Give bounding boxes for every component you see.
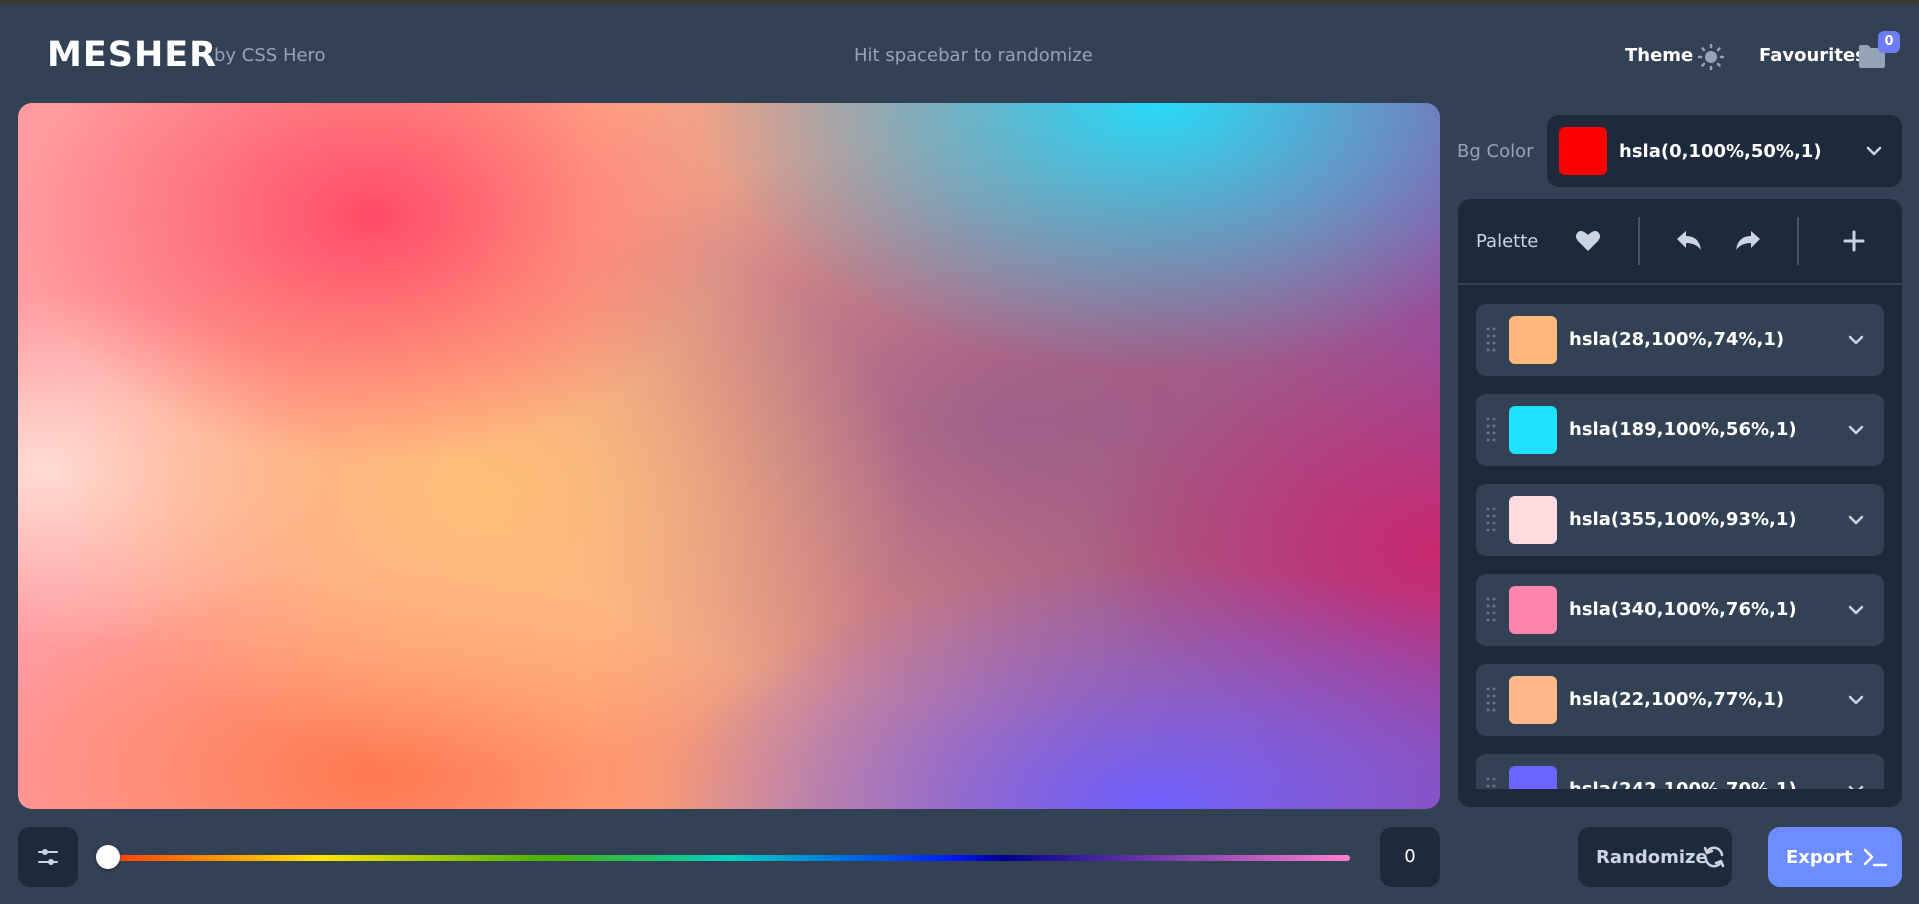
drag-handle-icon[interactable] <box>1486 686 1496 714</box>
chevron-down-icon[interactable] <box>1848 425 1864 435</box>
color-swatch[interactable] <box>1509 766 1557 789</box>
drag-handle-icon[interactable] <box>1486 596 1496 624</box>
chevron-down-icon[interactable] <box>1848 785 1864 789</box>
bg-color-label: Bg Color <box>1457 141 1534 162</box>
sliders-icon <box>38 849 58 865</box>
heart-icon[interactable] <box>1570 223 1606 259</box>
palette-title: Palette <box>1476 231 1539 252</box>
palette-item[interactable]: hsla(22,100%,77%,1) <box>1476 664 1884 736</box>
refresh-icon <box>1703 846 1725 868</box>
toolbar-divider <box>1797 217 1799 265</box>
drag-handle-icon[interactable] <box>1486 776 1496 789</box>
bg-color-swatch[interactable] <box>1559 127 1607 175</box>
palette-list[interactable]: hsla(28,100%,74%,1) hsla(189,100%,56%,1)… <box>1476 304 1884 789</box>
color-value: hsla(340,100%,76%,1) <box>1569 599 1797 620</box>
app-header: MESHER by CSS Hero Hit spacebar to rando… <box>0 5 1919 105</box>
app-logo[interactable]: MESHER <box>47 35 217 75</box>
color-value: hsla(22,100%,77%,1) <box>1569 689 1785 710</box>
color-swatch[interactable] <box>1509 496 1557 544</box>
bg-color-picker[interactable]: hsla(0,100%,50%,1) <box>1547 115 1902 187</box>
chevron-down-icon[interactable] <box>1866 146 1882 156</box>
color-value: hsla(242,100%,70%,1) <box>1569 779 1797 789</box>
hue-slider-thumb[interactable] <box>96 845 120 869</box>
sun-icon[interactable] <box>1697 43 1725 71</box>
color-swatch[interactable] <box>1509 406 1557 454</box>
byline[interactable]: by CSS Hero <box>214 45 326 66</box>
toolbar-divider <box>1638 217 1640 265</box>
color-value: hsla(28,100%,74%,1) <box>1569 329 1785 350</box>
color-value: hsla(355,100%,93%,1) <box>1569 509 1797 530</box>
theme-label[interactable]: Theme <box>1625 45 1693 66</box>
bg-color-value: hsla(0,100%,50%,1) <box>1619 141 1822 162</box>
palette-toolbar: Palette <box>1458 199 1902 285</box>
hue-value[interactable]: 0 <box>1380 827 1440 887</box>
palette-item[interactable]: hsla(28,100%,74%,1) <box>1476 304 1884 376</box>
randomize-label: Randomize <box>1596 847 1708 868</box>
palette-item[interactable]: hsla(189,100%,56%,1) <box>1476 394 1884 466</box>
chevron-down-icon[interactable] <box>1848 695 1864 705</box>
randomize-hint: Hit spacebar to randomize <box>854 45 1093 66</box>
settings-button[interactable] <box>18 827 78 887</box>
chevron-down-icon[interactable] <box>1848 335 1864 345</box>
terminal-icon <box>1863 848 1888 867</box>
export-label: Export <box>1786 847 1853 868</box>
color-swatch[interactable] <box>1509 586 1557 634</box>
chevron-down-icon[interactable] <box>1848 515 1864 525</box>
drag-handle-icon[interactable] <box>1486 506 1496 534</box>
drag-handle-icon[interactable] <box>1486 326 1496 354</box>
palette-item[interactable]: hsla(242,100%,70%,1) <box>1476 754 1884 789</box>
color-swatch[interactable] <box>1509 676 1557 724</box>
hue-slider-track[interactable] <box>108 855 1350 861</box>
palette-item[interactable]: hsla(355,100%,93%,1) <box>1476 484 1884 556</box>
plus-icon[interactable] <box>1836 223 1872 259</box>
favourites-label[interactable]: Favourites <box>1759 45 1866 66</box>
gradient-canvas[interactable] <box>18 103 1440 809</box>
favourites-count-badge: 0 <box>1878 31 1900 53</box>
palette-panel: Palette hsla(28,100%,74%,1) hsla(189,100… <box>1458 199 1902 807</box>
export-button[interactable]: Export <box>1768 827 1902 887</box>
color-swatch[interactable] <box>1509 316 1557 364</box>
redo-icon[interactable] <box>1730 223 1766 259</box>
palette-item[interactable]: hsla(340,100%,76%,1) <box>1476 574 1884 646</box>
color-value: hsla(189,100%,56%,1) <box>1569 419 1797 440</box>
chevron-down-icon[interactable] <box>1848 605 1864 615</box>
randomize-button[interactable]: Randomize <box>1578 827 1732 887</box>
drag-handle-icon[interactable] <box>1486 416 1496 444</box>
undo-icon[interactable] <box>1671 223 1707 259</box>
